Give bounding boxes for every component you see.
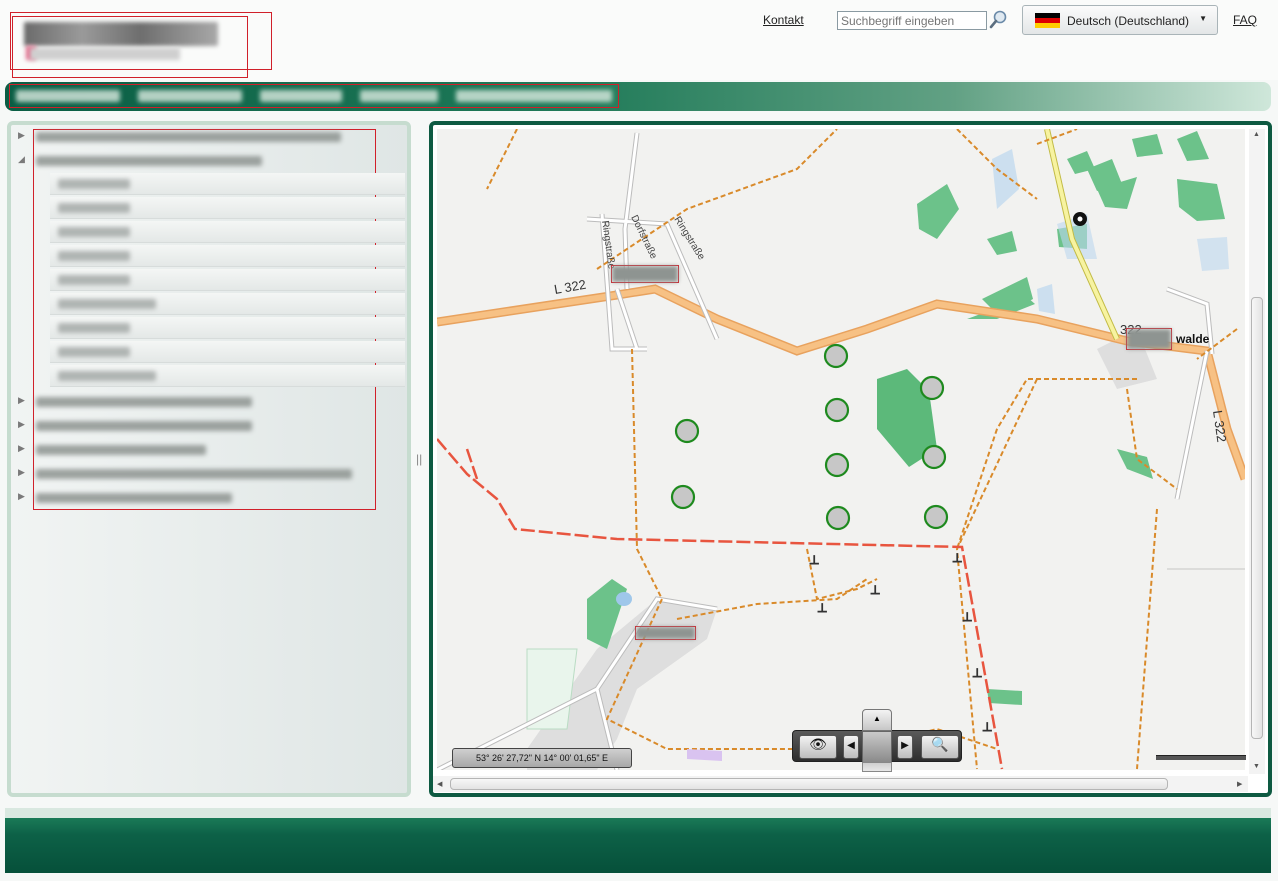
kontakt-link[interactable]: Kontakt xyxy=(763,13,804,27)
boundary-line xyxy=(437,438,1004,770)
forest-area xyxy=(1177,131,1209,161)
forest-area xyxy=(1177,179,1225,221)
horizontal-scroll-thumb[interactable] xyxy=(450,778,1168,790)
purple-area xyxy=(687,749,722,761)
search-icon[interactable] xyxy=(989,10,1007,30)
logo-tagline xyxy=(30,48,180,60)
forest-area xyxy=(917,184,959,239)
pan-right-icon[interactable]: ▶ xyxy=(897,735,913,759)
lake xyxy=(616,592,632,606)
footer xyxy=(5,818,1271,873)
tree-item[interactable]: ▶ xyxy=(0,491,400,505)
tree-subitem[interactable] xyxy=(50,221,405,243)
nav-item-4[interactable] xyxy=(360,90,438,102)
wetland-area xyxy=(992,149,1019,209)
map-scale-bar xyxy=(1156,755,1246,760)
street-label: Ringstraße xyxy=(599,220,617,270)
village-name-label: walde xyxy=(1176,332,1210,346)
forest-area xyxy=(1117,449,1153,479)
nav-item-5[interactable] xyxy=(456,90,612,102)
tree-subitem[interactable] xyxy=(50,269,405,291)
wetland-area xyxy=(1197,237,1229,271)
tree-subitem[interactable] xyxy=(50,341,405,363)
place-label-redacted xyxy=(635,626,696,640)
pan-center-button[interactable] xyxy=(862,731,892,763)
pan-up-icon[interactable]: ▲ xyxy=(862,709,892,731)
svg-text:⊥: ⊥ xyxy=(952,551,962,565)
expand-arrow-icon[interactable]: ▶ xyxy=(18,395,25,406)
nav-item-3[interactable] xyxy=(260,90,342,102)
scroll-down-icon[interactable]: ▼ xyxy=(1253,763,1260,770)
map-canvas[interactable]: ⊥ ⊥ ⊥ ⊥ ⊥ ⊥ ⊥ L 322 Dorfstraße Ringstraß… xyxy=(437,129,1245,770)
pan-down-icon[interactable] xyxy=(862,762,892,772)
tree-subitem[interactable] xyxy=(50,197,405,219)
tree-subitem[interactable] xyxy=(50,245,405,267)
german-flag-icon xyxy=(1035,13,1060,28)
place-label-redacted xyxy=(611,265,679,283)
vertical-scroll-thumb[interactable] xyxy=(1251,297,1263,739)
language-label: Deutsch (Deutschland) xyxy=(1067,14,1190,28)
tree-subitem[interactable] xyxy=(50,173,405,195)
chevron-down-icon: ▼ xyxy=(1199,14,1207,23)
expand-arrow-icon[interactable]: ▶ xyxy=(18,130,25,141)
tree-subitem[interactable] xyxy=(50,365,405,387)
language-select[interactable]: Deutsch (Deutschland) ▼ xyxy=(1022,5,1218,35)
pan-left-icon[interactable]: ◀ xyxy=(843,735,859,759)
search-input[interactable] xyxy=(837,11,987,30)
forest-area xyxy=(987,231,1017,255)
svg-text:⊥: ⊥ xyxy=(809,553,819,567)
wetland-area xyxy=(1037,284,1055,314)
faq-link[interactable]: FAQ xyxy=(1233,13,1257,27)
expand-arrow-icon[interactable]: ▶ xyxy=(18,467,25,478)
expand-arrow-icon[interactable]: ▶ xyxy=(18,491,25,502)
road-label: L 322 xyxy=(553,277,587,297)
street-label: Ringstraße xyxy=(671,215,706,263)
coordinates-display: 53° 26' 27,72" N 14° 00' 01,65" E xyxy=(452,748,632,768)
footer-separator xyxy=(5,808,1271,818)
nav-item-1[interactable] xyxy=(16,90,120,102)
svg-text:⊥: ⊥ xyxy=(972,666,982,680)
svg-text:⊥: ⊥ xyxy=(870,583,880,597)
scroll-left-icon[interactable]: ◀ xyxy=(437,780,442,788)
scroll-up-icon[interactable]: ▲ xyxy=(1253,131,1260,138)
svg-text:⊥: ⊥ xyxy=(962,610,972,624)
tree-subitem[interactable] xyxy=(50,293,405,315)
company-logo[interactable] xyxy=(24,22,218,46)
view-eye-icon[interactable]: 👁 xyxy=(799,735,837,759)
collapse-arrow-icon[interactable]: ◢ xyxy=(18,154,25,165)
forest-area xyxy=(987,689,1022,705)
tree-item[interactable]: ▶ xyxy=(0,419,400,433)
expand-arrow-icon[interactable]: ▶ xyxy=(18,419,25,430)
road-label: L 322 xyxy=(1210,409,1229,443)
place-label-redacted xyxy=(1126,328,1172,350)
map-svg: ⊥ ⊥ ⊥ ⊥ ⊥ ⊥ ⊥ L 322 Dorfstraße Ringstraß… xyxy=(437,129,1245,770)
tree-item[interactable]: ▶ xyxy=(0,130,400,144)
tree-item-expanded[interactable]: ◢ xyxy=(0,154,400,168)
scroll-right-icon[interactable]: ▶ xyxy=(1237,780,1242,788)
panel-splitter[interactable]: || xyxy=(416,452,422,466)
tree-item[interactable]: ▶ xyxy=(0,395,400,409)
zoom-magnifier-icon[interactable]: 🔍 xyxy=(921,735,959,759)
tree-subitem[interactable] xyxy=(50,317,405,339)
expand-arrow-icon[interactable]: ▶ xyxy=(18,443,25,454)
forest-area xyxy=(1132,134,1163,157)
nav-item-2[interactable] xyxy=(138,90,242,102)
svg-text:⊥: ⊥ xyxy=(982,720,992,734)
svg-text:⊥: ⊥ xyxy=(817,601,827,615)
tree-item[interactable]: ▶ xyxy=(0,467,400,481)
tree-item[interactable]: ▶ xyxy=(0,443,400,457)
